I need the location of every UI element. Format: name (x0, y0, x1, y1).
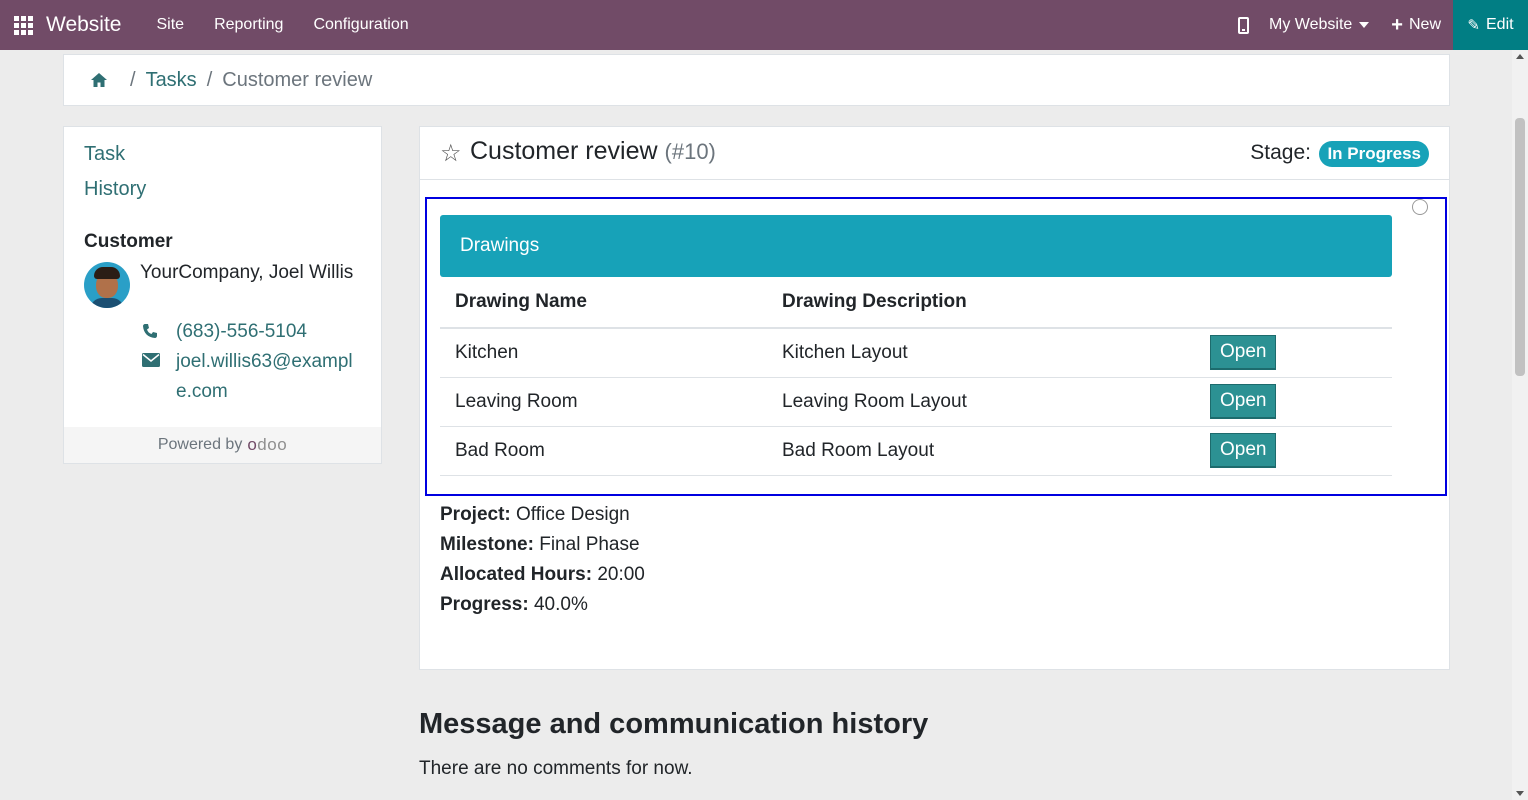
detail-project-label: Project: (440, 504, 511, 525)
column-header-action (1195, 277, 1392, 329)
avatar (84, 262, 130, 308)
sidebar-link-history[interactable]: History (84, 178, 146, 201)
no-comments-text: There are no comments for now. (419, 758, 693, 779)
table-row: Leaving Room Leaving Room Layout Open (440, 377, 1392, 427)
open-drawing-button[interactable]: Open (1210, 384, 1277, 419)
history-heading: Message and communication history (419, 708, 929, 740)
stage-label: Stage: (1250, 141, 1311, 164)
scroll-up-arrow[interactable] (1516, 54, 1524, 59)
new-button-label: New (1408, 16, 1441, 33)
detail-hours: Allocated Hours: 20:00 (440, 560, 645, 590)
detail-progress: Progress: 40.0% (440, 590, 645, 620)
customer-phone[interactable]: (683)-556-5104 (176, 317, 366, 347)
detail-milestone: Milestone: Final Phase (440, 530, 645, 560)
phone-icon (142, 317, 176, 347)
table-row: Bad Room Bad Room Layout Open (440, 426, 1392, 476)
drawing-name-cell: Bad Room (440, 426, 767, 476)
detail-project: Project: Office Design (440, 500, 645, 530)
open-drawing-button[interactable]: Open (1210, 433, 1277, 468)
customer-heading: Customer (84, 231, 173, 252)
customer-email-row[interactable]: joel.willis63@example.com (142, 347, 366, 407)
action-cell: Open (1195, 426, 1392, 476)
page-scrollbar[interactable] (1512, 50, 1528, 800)
scrollbar-thumb[interactable] (1515, 118, 1525, 376)
mobile-preview-icon[interactable] (1238, 16, 1250, 34)
table-header-row: Drawing Name Drawing Description (440, 277, 1392, 329)
drawing-name-cell: Leaving Room (440, 377, 767, 427)
envelope-icon (142, 347, 176, 407)
menu-configuration[interactable]: Configuration (298, 16, 423, 34)
drawing-description-cell: Leaving Room Layout (767, 377, 1195, 427)
new-button[interactable]: + New (1391, 15, 1441, 35)
app-brand[interactable]: Website (46, 13, 121, 37)
task-ref: (#10) (664, 139, 716, 164)
home-icon[interactable] (90, 72, 108, 88)
task-details: Project: Office Design Milestone: Final … (440, 500, 645, 620)
open-drawing-button[interactable]: Open (1210, 335, 1277, 371)
status-badge: In Progress (1319, 141, 1429, 167)
breadcrumb: / Tasks / Customer review (63, 54, 1450, 106)
scroll-down-arrow[interactable] (1516, 791, 1524, 796)
caret-down-icon (1359, 22, 1370, 28)
edit-button-label: Edit (1486, 16, 1514, 33)
task-title: Customer review (#10) (470, 137, 716, 166)
powered-by-label: Powered by (157, 436, 243, 453)
sidebar-link-task[interactable]: Task (84, 143, 125, 166)
plus-icon: + (1391, 14, 1403, 36)
detail-hours-value: 20:00 (597, 564, 645, 585)
table-row: Kitchen Kitchen Layout Open (440, 328, 1392, 378)
top-navbar: Website Site Reporting Configuration My … (0, 0, 1528, 50)
drawing-name-cell: Kitchen (440, 328, 767, 378)
breadcrumb-separator: / (130, 68, 136, 91)
task-title-text: Customer review (470, 137, 658, 165)
task-card-header: ☆ Customer review (#10) Stage: In Progre… (420, 127, 1449, 180)
detail-progress-label: Progress: (440, 594, 529, 615)
detail-milestone-label: Milestone: (440, 534, 534, 555)
column-header-drawing-name: Drawing Name (440, 277, 767, 329)
website-selector[interactable]: My Website (1269, 16, 1370, 34)
action-cell: Open (1195, 328, 1392, 378)
breadcrumb-current: Customer review (222, 68, 373, 91)
website-selector-label: My Website (1269, 16, 1353, 33)
drawing-description-cell: Kitchen Layout (767, 328, 1195, 378)
drawings-table: Drawing Name Drawing Description Kitchen… (440, 277, 1392, 476)
detail-hours-label: Allocated Hours: (440, 564, 593, 585)
star-icon[interactable]: ☆ (440, 139, 462, 168)
powered-by-footer: Powered by odoo (64, 427, 381, 463)
detail-milestone-value: Final Phase (539, 534, 640, 555)
customer-phone-row[interactable]: (683)-556-5104 (142, 317, 366, 347)
breadcrumb-separator: / (206, 68, 213, 91)
drawing-description-cell: Bad Room Layout (767, 426, 1195, 476)
menu-reporting[interactable]: Reporting (199, 16, 298, 34)
pencil-icon: ✎ (1467, 17, 1480, 34)
column-header-drawing-description: Drawing Description (767, 277, 1195, 329)
breadcrumb-tasks[interactable]: Tasks (146, 69, 197, 92)
odoo-logo[interactable]: odoo (247, 435, 287, 455)
drawings-heading: Drawings (440, 215, 1392, 277)
apps-menu-icon[interactable] (0, 0, 46, 50)
detail-project-value: Office Design (516, 504, 630, 525)
customer-name: YourCompany, Joel Willis (140, 262, 354, 283)
detail-progress-value: 40.0% (533, 594, 588, 615)
menu-site[interactable]: Site (141, 16, 199, 34)
section-radio[interactable] (1412, 199, 1428, 215)
customer-email[interactable]: joel.willis63@example.com (176, 347, 366, 407)
action-cell: Open (1195, 377, 1392, 427)
edit-button[interactable]: ✎ Edit (1453, 0, 1528, 50)
sidebar: Task History Customer YourCompany, Joel … (63, 126, 382, 464)
task-card: ☆ Customer review (#10) Stage: In Progre… (419, 126, 1450, 670)
